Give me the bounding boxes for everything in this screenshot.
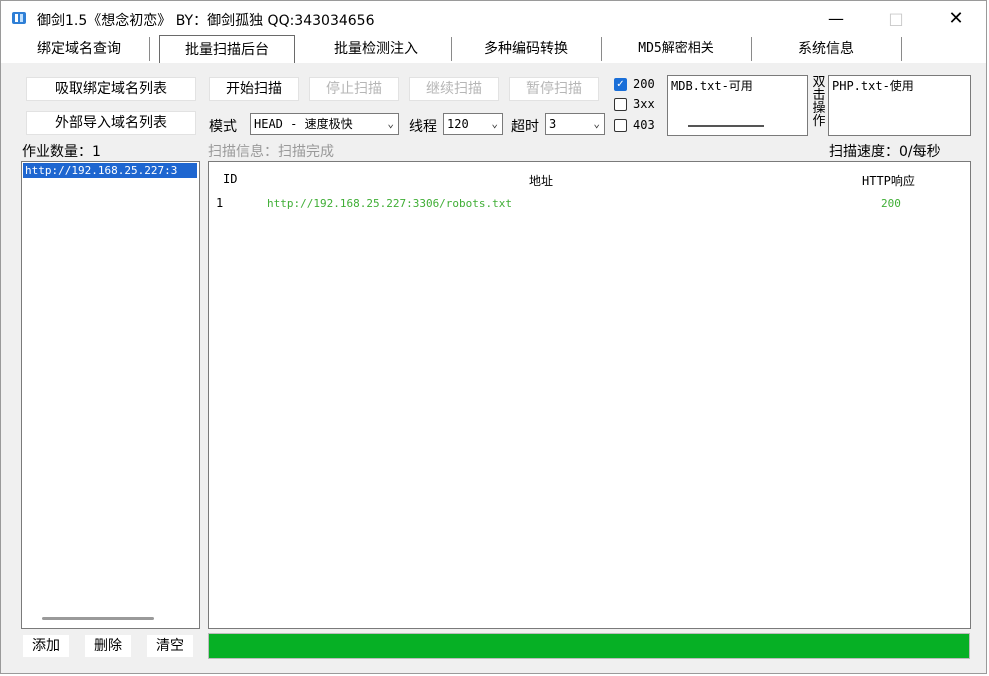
clear-button[interactable]: 清空 [147, 635, 193, 657]
tab-bar: 绑定域名查询 批量扫描后台 批量检测注入 多种编码转换 MD5解密相关 系统信息 [1, 35, 986, 63]
list-horizontal-scrollbar[interactable] [42, 617, 154, 620]
mode-select[interactable]: HEAD - 速度极快 ⌄ [250, 113, 399, 135]
filter-403-label: 403 [633, 118, 655, 132]
row-address: http://192.168.25.227:3306/robots.txt [267, 197, 513, 210]
tab-encoding[interactable]: 多种编码转换 [451, 37, 602, 61]
stop-scan-button[interactable]: 停止扫描 [309, 77, 399, 101]
chevron-down-icon: ⌄ [593, 117, 600, 130]
app-window: 御剑1.5《想念初恋》 BY：御剑孤独 QQ:343034656 — □ ✕ 绑… [0, 0, 987, 674]
dict-item[interactable]: PHP.txt-使用 [832, 77, 967, 94]
scan-speed-label: 扫描速度：0/每秒 [829, 144, 941, 160]
minimize-icon: — [828, 8, 844, 28]
mode-value: HEAD - 速度极快 [254, 117, 353, 131]
dict-list-left[interactable]: MDB.txt-可用 [667, 75, 808, 136]
maximize-icon: □ [888, 8, 904, 28]
minimize-button[interactable]: — [813, 1, 859, 35]
scan-info-label: 扫描信息：扫描完成 [208, 144, 334, 160]
results-table[interactable]: ID 地址 HTTP响应 1 http://192.168.25.227:330… [208, 161, 971, 629]
column-header-address[interactable]: 地址 [529, 172, 553, 189]
app-logo-icon [12, 12, 26, 24]
title-bar: 御剑1.5《想念初恋》 BY：御剑孤独 QQ:343034656 — □ ✕ [1, 1, 986, 35]
filter-3xx-label: 3xx [633, 97, 655, 111]
check-icon: ✓ [616, 79, 625, 90]
domain-list[interactable]: http://192.168.25.227:3 [21, 161, 200, 629]
close-button[interactable]: ✕ [933, 1, 979, 35]
dict-item[interactable]: MDB.txt-可用 [671, 77, 804, 94]
threads-select[interactable]: 120 ⌄ [443, 113, 503, 135]
tab-batch-scan[interactable]: 批量扫描后台 [159, 35, 295, 63]
tab-system-info[interactable]: 系统信息 [751, 37, 902, 61]
continue-scan-button[interactable]: 继续扫描 [409, 77, 499, 101]
row-id: 1 [216, 196, 224, 210]
filter-200-label: 200 [633, 77, 655, 91]
column-header-http[interactable]: HTTP响应 [862, 172, 915, 189]
mode-label: 模式 [209, 119, 237, 135]
filter-3xx-checkbox[interactable] [614, 98, 627, 111]
window-title: 御剑1.5《想念初恋》 BY：御剑孤独 QQ:343034656 [37, 13, 375, 29]
tab-batch-inject[interactable]: 批量检测注入 [301, 37, 452, 61]
maximize-button[interactable]: □ [873, 1, 919, 35]
filter-200-checkbox[interactable]: ✓ [614, 78, 627, 91]
start-scan-button[interactable]: 开始扫描 [209, 77, 299, 101]
chevron-down-icon: ⌄ [387, 117, 394, 130]
threads-value: 120 [447, 117, 469, 131]
threads-label: 线程 [409, 119, 437, 135]
fetch-domain-list-button[interactable]: 吸取绑定域名列表 [26, 77, 196, 101]
scan-progress-bar [208, 633, 970, 659]
tab-md5[interactable]: MD5解密相关 [601, 37, 752, 61]
chevron-down-icon: ⌄ [491, 117, 498, 130]
timeout-select[interactable]: 3 ⌄ [545, 113, 605, 135]
pause-scan-button[interactable]: 暂停扫描 [509, 77, 599, 101]
import-domain-list-button[interactable]: 外部导入域名列表 [26, 111, 196, 135]
timeout-value: 3 [549, 117, 557, 131]
filter-403-checkbox[interactable] [614, 119, 627, 132]
close-icon: ✕ [948, 7, 964, 29]
timeout-label: 超时 [511, 119, 539, 135]
dict-list-right[interactable]: PHP.txt-使用 [828, 75, 971, 136]
tab-bind-domain[interactable]: 绑定域名查询 [9, 37, 150, 61]
list-item[interactable]: http://192.168.25.227:3 [23, 163, 197, 178]
column-header-id[interactable]: ID [223, 172, 237, 186]
row-http: 200 [881, 197, 901, 210]
double-click-hint: 双 击 操 作 [812, 75, 826, 129]
progress-fill [209, 634, 969, 658]
dict-scrollbar[interactable] [688, 125, 764, 127]
delete-button[interactable]: 删除 [85, 635, 131, 657]
job-count-label: 作业数量：1 [22, 144, 101, 160]
add-button[interactable]: 添加 [23, 635, 69, 657]
